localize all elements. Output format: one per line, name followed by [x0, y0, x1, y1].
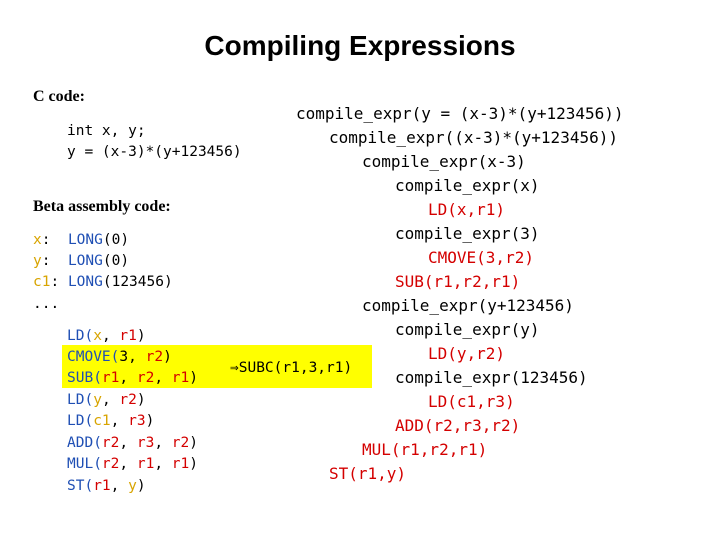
data-ins: LONG: [67, 274, 103, 290]
label-x: x: [33, 232, 42, 248]
data-line-y: y: LONG(0): [33, 253, 130, 269]
instr-add: ADD(r2, r3, r2): [67, 435, 198, 451]
label-c1: c1: [33, 274, 51, 290]
trace-line: compile_expr(y): [395, 320, 540, 339]
instr-mul: MUL(r2, r1, r1): [67, 456, 198, 472]
instr-ld-x: LD(x, r1): [67, 328, 146, 344]
trace-line: MUL(r1,r2,r1): [362, 440, 488, 459]
beta-heading: Beta assembly code:: [33, 198, 171, 215]
trace-line: compile_expr((x-3)*(y+123456)): [329, 128, 618, 147]
data-arg: (0): [102, 253, 130, 269]
c-code-line-1: int x, y;: [67, 123, 146, 139]
trace-line: CMOVE(3,r2): [428, 248, 534, 267]
instr-ld-c1: LD(c1, r3): [67, 413, 155, 429]
trace-line: ST(r1,y): [329, 464, 407, 483]
data-ins: LONG: [67, 253, 103, 269]
instr-ld-y: LD(y, r2): [67, 392, 146, 408]
c-code-line-2: y = (x-3)*(y+123456): [67, 144, 242, 160]
trace-line: LD(y,r2): [428, 344, 506, 363]
instr-st: ST(r1, y): [67, 478, 146, 494]
subc-note: ⇒SUBC(r1,3,r1): [230, 360, 353, 376]
trace-line: compile_expr(123456): [395, 368, 588, 387]
trace-line: LD(x,r1): [428, 200, 506, 219]
trace-line: LD(c1,r3): [428, 392, 515, 411]
trace-line: ADD(r2,r3,r2): [395, 416, 521, 435]
trace-line: SUB(r1,r2,r1): [395, 272, 521, 291]
c-code-heading: C code:: [33, 88, 85, 105]
data-arg: (123456): [102, 274, 173, 290]
trace-line: compile_expr(x-3): [362, 152, 526, 171]
data-ins: LONG: [67, 232, 103, 248]
instr-sub: SUB(r1, r2, r1): [67, 370, 198, 386]
trace-line: compile_expr(x): [395, 176, 540, 195]
data-line-x: x: LONG(0): [33, 232, 130, 248]
trace-line: compile_expr(y = (x-3)*(y+123456)): [296, 104, 624, 123]
trace-line: compile_expr(y+123456): [362, 296, 574, 315]
data-arg: (0): [102, 232, 130, 248]
label-y: y: [33, 253, 42, 269]
trace-line: compile_expr(3): [395, 224, 540, 243]
data-line-c1: c1: LONG(123456): [33, 274, 173, 290]
instr-cmove: CMOVE(3, r2): [67, 349, 172, 365]
page-title: Compiling Expressions: [204, 30, 516, 61]
ellipsis: ...: [33, 296, 60, 312]
